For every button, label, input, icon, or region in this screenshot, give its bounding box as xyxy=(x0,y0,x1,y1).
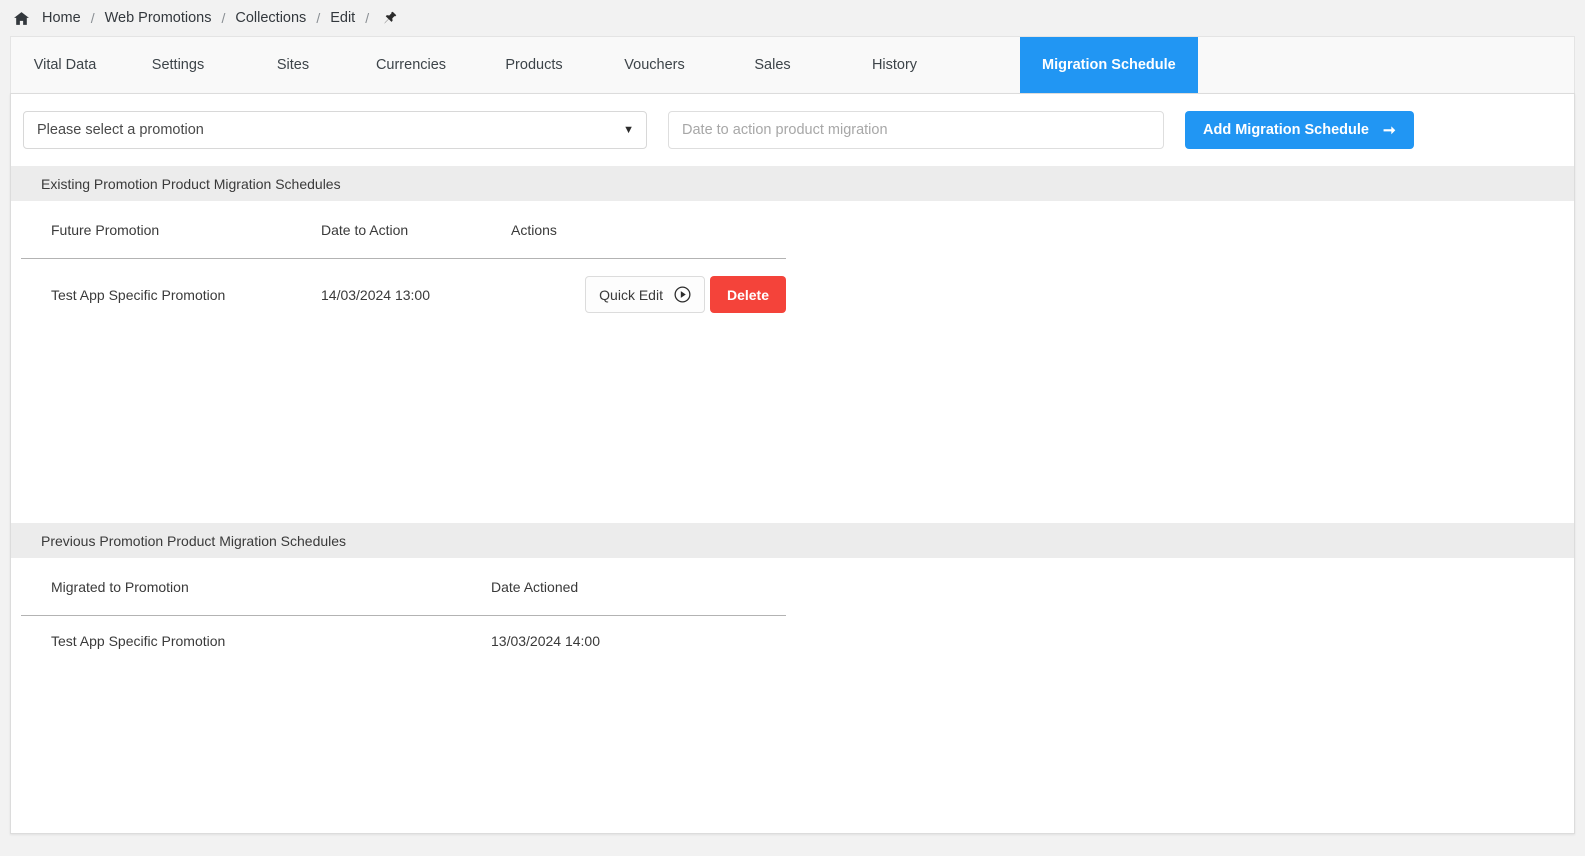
table-header-row: Migrated to Promotion Date Actioned xyxy=(21,558,786,616)
breadcrumb-separator: / xyxy=(90,10,95,26)
cell-date-actioned: 13/03/2024 14:00 xyxy=(491,633,600,649)
existing-table-block: Future Promotion Date to Action Actions … xyxy=(11,201,1574,330)
breadcrumb-item-edit[interactable]: Edit xyxy=(328,10,357,26)
migration-form-row: Please select a promotion ▼ Add Migratio… xyxy=(11,94,1574,166)
tab-label: Migration Schedule xyxy=(1042,57,1176,73)
table-row: Test App Specific Promotion 14/03/2024 1… xyxy=(21,259,786,331)
cell-actions: Quick Edit Delete xyxy=(481,259,786,331)
existing-schedules-table: Future Promotion Date to Action Actions … xyxy=(21,201,786,330)
tab-currencies[interactable]: Currencies xyxy=(349,37,473,93)
tab-label: Currencies xyxy=(375,57,447,73)
play-circle-icon xyxy=(674,286,691,303)
column-header-migrated-to-promotion: Migrated to Promotion xyxy=(21,558,461,616)
home-icon[interactable] xyxy=(12,9,30,27)
tab-label: Vital Data xyxy=(33,57,97,73)
page-shell: Vital Data Settings Sites Currencies Pro… xyxy=(10,36,1575,834)
column-header-actions: Actions xyxy=(481,201,786,259)
column-header-future-promotion: Future Promotion xyxy=(21,201,291,259)
existing-section-spacer xyxy=(11,330,1574,523)
breadcrumb-item-home[interactable]: Home xyxy=(40,10,83,26)
breadcrumb-separator: / xyxy=(365,10,370,26)
tab-label: Vouchers xyxy=(624,57,685,73)
table-row: Test App Specific Promotion 13/03/2024 1… xyxy=(21,616,786,667)
tab-gap xyxy=(958,37,1020,93)
content-panel: Please select a promotion ▼ Add Migratio… xyxy=(10,93,1575,834)
promotion-select-wrapper: Please select a promotion ▼ xyxy=(23,111,647,149)
tab-products[interactable]: Products xyxy=(473,37,595,93)
pin-icon[interactable] xyxy=(381,9,399,27)
previous-schedules-table: Migrated to Promotion Date Actioned Test… xyxy=(21,558,786,666)
add-migration-schedule-button[interactable]: Add Migration Schedule ➞ xyxy=(1185,111,1414,149)
add-migration-schedule-label: Add Migration Schedule xyxy=(1203,122,1369,138)
tab-label: History xyxy=(871,57,918,73)
previous-table-block: Migrated to Promotion Date Actioned Test… xyxy=(11,558,1574,666)
delete-button[interactable]: Delete xyxy=(709,276,786,313)
tab-vital-data[interactable]: Vital Data xyxy=(11,37,119,93)
tab-label: Sales xyxy=(754,57,791,73)
column-header-date-actioned: Date Actioned xyxy=(461,558,786,616)
previous-section-title: Previous Promotion Product Migration Sch… xyxy=(41,532,347,549)
breadcrumb-item-collections[interactable]: Collections xyxy=(233,10,308,26)
existing-section-header: Existing Promotion Product Migration Sch… xyxy=(11,166,1574,201)
tab-sites[interactable]: Sites xyxy=(237,37,349,93)
tab-label: Products xyxy=(505,57,563,73)
quick-edit-label: Quick Edit xyxy=(599,286,663,303)
tab-vouchers[interactable]: Vouchers xyxy=(595,37,714,93)
tab-history[interactable]: History xyxy=(831,37,958,93)
tab-settings[interactable]: Settings xyxy=(119,37,237,93)
tab-bar: Vital Data Settings Sites Currencies Pro… xyxy=(10,36,1575,93)
breadcrumb-separator: / xyxy=(221,10,226,26)
table-header-row: Future Promotion Date to Action Actions xyxy=(21,201,786,259)
tab-migration-schedule[interactable]: Migration Schedule xyxy=(1020,37,1198,93)
quick-edit-button[interactable]: Quick Edit xyxy=(585,276,705,313)
arrow-right-icon: ➞ xyxy=(1382,121,1396,139)
breadcrumb-separator: / xyxy=(316,10,321,26)
cell-migrated-to-promotion: Test App Specific Promotion xyxy=(51,633,226,649)
cell-date-to-action: 14/03/2024 13:00 xyxy=(321,286,430,303)
tab-label: Settings xyxy=(151,57,205,73)
tab-sales[interactable]: Sales xyxy=(714,37,831,93)
previous-section-header: Previous Promotion Product Migration Sch… xyxy=(11,523,1574,558)
tab-label: Sites xyxy=(276,57,310,73)
cell-future-promotion: Test App Specific Promotion xyxy=(51,286,226,303)
date-to-action-input[interactable] xyxy=(668,111,1164,149)
promotion-select[interactable]: Please select a promotion xyxy=(23,111,647,149)
breadcrumb-item-web-promotions[interactable]: Web Promotions xyxy=(103,10,214,26)
column-header-date-to-action: Date to Action xyxy=(291,201,481,259)
breadcrumb: Home / Web Promotions / Collections / Ed… xyxy=(0,0,1585,36)
row-action-group: Quick Edit Delete xyxy=(585,276,786,313)
existing-section-title: Existing Promotion Product Migration Sch… xyxy=(41,175,341,192)
